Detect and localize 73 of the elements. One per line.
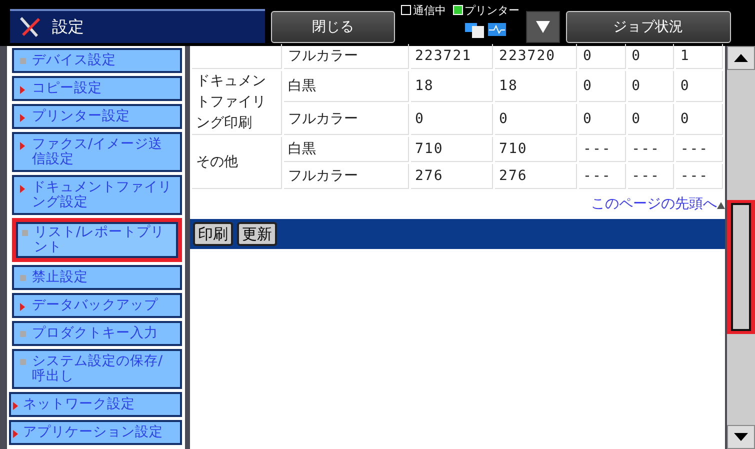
table-cell: 0: [579, 44, 626, 69]
square-bullet-icon: [20, 275, 26, 281]
scroll-up-button[interactable]: [727, 46, 755, 70]
table-cell: ---: [676, 137, 723, 162]
action-button[interactable]: 更新: [237, 222, 277, 246]
triangle-bullet-icon: [13, 402, 18, 410]
sidebar-item[interactable]: アプリケーション設定: [9, 420, 182, 445]
sidebar-item[interactable]: プロダクトキー入力: [12, 321, 182, 346]
square-bullet-icon: [20, 331, 26, 337]
page-top-link[interactable]: このページの先頭へ: [591, 196, 717, 212]
table-cell: 白黒: [284, 137, 409, 162]
table-cell: 0: [495, 104, 578, 135]
tools-icon: [18, 15, 42, 39]
down-arrow-icon: [734, 433, 748, 441]
triangle-bullet-icon: [20, 185, 25, 193]
table-cell: 0: [411, 104, 494, 135]
table-cell: 0: [628, 104, 674, 135]
table-cell: 0: [579, 104, 626, 135]
status-indicator: 通信中: [401, 3, 446, 20]
table-cell: ---: [676, 164, 723, 189]
table-cell: 18: [411, 71, 494, 102]
table-cell: フルカラー: [284, 104, 409, 135]
table-cell: その他: [192, 137, 282, 189]
triangle-bullet-icon: [13, 430, 18, 438]
job-status-button[interactable]: ジョブ状況: [566, 11, 730, 43]
sidebar-item[interactable]: ドキュメントファイリング設定: [12, 175, 182, 215]
sidebar-item[interactable]: コピー設定: [12, 76, 182, 101]
triangle-bullet-icon: [20, 303, 25, 311]
table-cell: 223721: [411, 44, 494, 69]
table-cell: 710: [411, 137, 494, 162]
table-cell: ---: [628, 137, 674, 162]
square-bullet-icon: [22, 230, 28, 236]
table-cell: ---: [579, 137, 626, 162]
table-cell: 276: [411, 164, 494, 189]
table-cell: ---: [579, 164, 626, 189]
down-triangle-icon: [536, 21, 550, 33]
up-arrow-icon: [734, 54, 748, 62]
sidebar-item[interactable]: データバックアップ: [12, 293, 182, 318]
table-cell: 0: [676, 104, 723, 135]
table-cell: 710: [495, 137, 578, 162]
table-cell: 18: [495, 71, 578, 102]
table-cell: フルカラー: [284, 164, 409, 189]
table-cell: 1: [676, 44, 723, 69]
table-cell: 0: [676, 71, 723, 102]
table-cell: 276: [495, 164, 578, 189]
table-cell: フルカラー: [284, 44, 409, 69]
triangle-bullet-icon: [20, 142, 25, 150]
triangle-bullet-icon: [20, 114, 25, 122]
window-title: 設定: [52, 16, 84, 38]
up-triangle-icon: [717, 200, 725, 209]
square-bullet-icon: [20, 359, 26, 365]
scroll-thumb[interactable]: [731, 203, 751, 331]
table-cell: ---: [628, 164, 674, 189]
sidebar-item[interactable]: リスト/レポートプリント: [12, 218, 182, 262]
status-indicator: プリンター: [452, 3, 520, 20]
table-cell: 223720: [495, 44, 578, 69]
sidebar-item[interactable]: ネットワーク設定: [9, 392, 182, 417]
table-cell: 0: [628, 44, 674, 69]
scroll-down-button[interactable]: [727, 425, 755, 449]
dropdown-button[interactable]: [526, 11, 560, 43]
sidebar-item[interactable]: ファクス/イメージ送信設定: [12, 132, 182, 172]
sidebar-item[interactable]: システム設定の保存/呼出し: [12, 349, 182, 389]
close-button[interactable]: 閉じる: [271, 11, 395, 43]
triangle-bullet-icon: [20, 86, 25, 94]
sidebar-item[interactable]: 禁止設定: [12, 265, 182, 290]
table-cell: 0: [579, 71, 626, 102]
sidebar-item[interactable]: デバイス設定: [12, 48, 182, 73]
table-cell: 0: [628, 71, 674, 102]
action-button[interactable]: 印刷: [193, 222, 233, 246]
square-bullet-icon: [20, 58, 26, 64]
sidebar-item[interactable]: プリンター設定: [12, 104, 182, 129]
table-cell: 白黒: [284, 71, 409, 102]
table-cell: ドキュメントファイリング印刷: [192, 71, 282, 135]
